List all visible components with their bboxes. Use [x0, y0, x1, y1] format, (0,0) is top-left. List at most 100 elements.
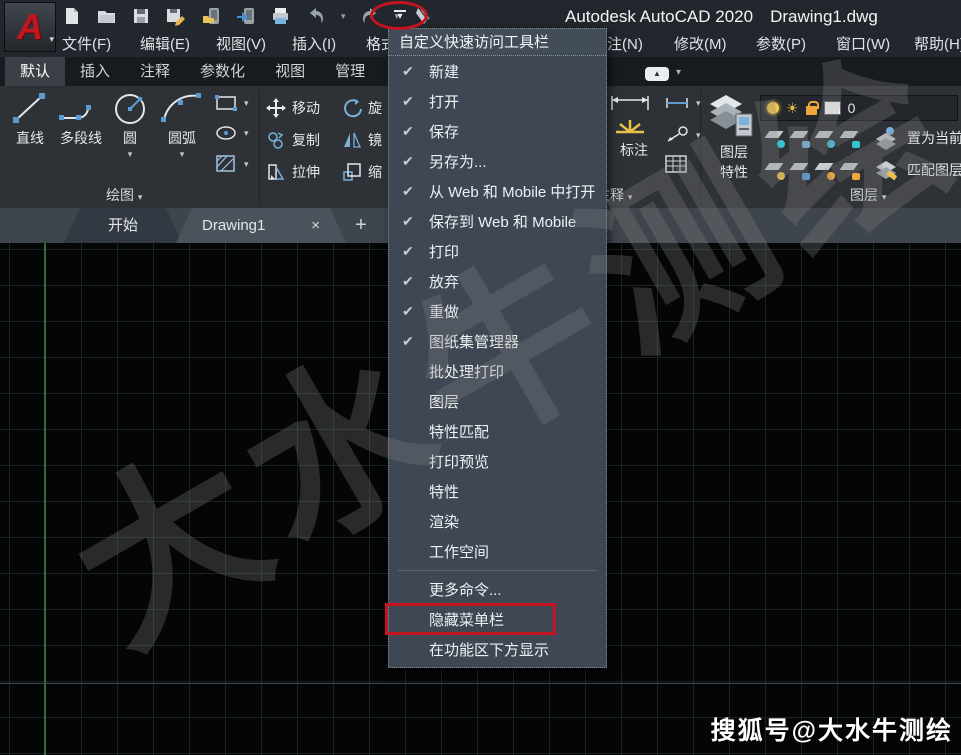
- new-drawing-tab-button[interactable]: +: [350, 212, 372, 238]
- tool-rectangle[interactable]: ▾: [214, 94, 249, 112]
- tool-dimension[interactable]: 标注: [608, 90, 660, 160]
- layer-on-bulb-icon[interactable]: [767, 102, 779, 114]
- menu-item-save-web-mobile[interactable]: ✔保存到 Web 和 Mobile: [389, 206, 606, 236]
- menu-help[interactable]: 帮助(H): [914, 33, 961, 54]
- menu-item-undo[interactable]: ✔放弃: [389, 266, 606, 296]
- ribbon-tab-insert[interactable]: 插入: [65, 57, 125, 86]
- save-to-web-mobile-icon[interactable]: [235, 5, 257, 27]
- tool-copy[interactable]: 复制: [266, 130, 320, 150]
- ribbon-tab-annotate[interactable]: 注释: [125, 57, 185, 86]
- ribbon-tab-view[interactable]: 视图: [260, 57, 320, 86]
- tool-polyline[interactable]: 多段线: [54, 90, 108, 148]
- ribbon-tab-home[interactable]: 默认: [5, 57, 65, 86]
- tool-circle[interactable]: 圆 ▾: [110, 90, 150, 160]
- undo-icon[interactable]: [305, 5, 327, 27]
- menu-parametric[interactable]: 参数(P): [756, 33, 806, 54]
- menu-item-properties[interactable]: ✔特性: [389, 476, 606, 506]
- tool-scale[interactable]: 缩: [342, 162, 382, 182]
- tab-start[interactable]: 开始: [64, 208, 182, 243]
- draw-panel-label[interactable]: 绘图 ▾: [106, 185, 142, 205]
- tool-arc[interactable]: 圆弧 ▾: [156, 90, 208, 160]
- arc-dropdown-icon[interactable]: ▾: [156, 149, 208, 160]
- layer-panel-label[interactable]: 图层 ▾: [850, 185, 886, 205]
- ribbon-minimize-button[interactable]: ▲: [645, 67, 669, 81]
- layer-tool-row-2: 匹配图层: [766, 158, 961, 182]
- tab-drawing1[interactable]: Drawing1 ×: [176, 208, 346, 243]
- tool-mirror[interactable]: 镜: [342, 130, 382, 150]
- menu-file[interactable]: 文件(F): [62, 33, 111, 54]
- layer-color-swatch[interactable]: [824, 101, 841, 115]
- layer-unlock-icon[interactable]: [806, 106, 817, 115]
- tool-leader[interactable]: ▾: [664, 126, 701, 144]
- tool-rotate[interactable]: 旋: [342, 98, 382, 118]
- menu-view[interactable]: 视图(V): [216, 33, 266, 54]
- dimension-icon: [608, 90, 652, 138]
- menu-item-plot-preview[interactable]: ✔打印预览: [389, 446, 606, 476]
- layer-walk-icon[interactable]: [791, 158, 811, 182]
- layer-thaw-sun-icon[interactable]: ☀: [786, 101, 799, 115]
- menu-item-layer[interactable]: ✔图层: [389, 386, 606, 416]
- layer-unlock-mini-icon[interactable]: [841, 158, 861, 182]
- print-icon[interactable]: [270, 5, 292, 27]
- annotation-ellipse: [370, 1, 428, 30]
- menu-insert[interactable]: 插入(I): [292, 33, 336, 54]
- tool-line[interactable]: 直线: [8, 90, 52, 148]
- ribbon-tab-manage[interactable]: 管理: [320, 57, 380, 86]
- menu-item-workspace[interactable]: ✔工作空间: [389, 536, 606, 566]
- menu-window[interactable]: 窗口(W): [836, 33, 890, 54]
- menu-item-plot[interactable]: ✔打印: [389, 236, 606, 266]
- menu-item-match-properties[interactable]: ✔特性匹配: [389, 416, 606, 446]
- menu-item-open-web-mobile[interactable]: ✔从 Web 和 Mobile 中打开: [389, 176, 606, 206]
- tool-table[interactable]: [664, 154, 688, 174]
- menu-item-render[interactable]: ✔渲染: [389, 506, 606, 536]
- open-from-web-mobile-icon[interactable]: [200, 5, 222, 27]
- layer-off-icon[interactable]: [766, 126, 786, 150]
- save-icon[interactable]: [130, 5, 152, 27]
- menu-item-redo[interactable]: ✔重做: [389, 296, 606, 326]
- open-folder-icon[interactable]: [95, 5, 117, 27]
- tool-stretch[interactable]: 拉伸: [266, 162, 320, 182]
- checkmark-icon: ✔: [402, 243, 429, 260]
- checkmark-icon: ✔: [402, 273, 429, 290]
- menu-edit[interactable]: 编辑(E): [140, 33, 190, 54]
- credit-text: 搜狐号@大水牛测绘: [711, 711, 953, 747]
- menu-item-new[interactable]: ✔新建: [389, 56, 606, 86]
- tool-hatch[interactable]: ▾: [214, 154, 249, 174]
- tool-linear-dimension[interactable]: ▾: [664, 96, 701, 110]
- menu-item-save[interactable]: ✔保存: [389, 116, 606, 146]
- checkmark-icon: ✔: [402, 93, 429, 110]
- layer-isolate-icon[interactable]: [791, 126, 811, 150]
- match-layer-label[interactable]: 匹配图层: [907, 160, 961, 180]
- tool-move[interactable]: 移动: [266, 98, 320, 118]
- rectangle-dropdown-icon[interactable]: ▾: [244, 98, 249, 109]
- save-as-icon[interactable]: [165, 5, 187, 27]
- menu-item-hide-menu-bar[interactable]: 隐藏菜单栏: [389, 604, 606, 634]
- layer-on-icon[interactable]: [766, 158, 786, 182]
- new-file-icon[interactable]: [60, 5, 82, 27]
- undo-dropdown-icon[interactable]: ▾: [341, 11, 346, 22]
- tool-layer-properties[interactable]: 图层 特性: [706, 90, 762, 182]
- dimension-dropdown-icon[interactable]: ▾: [696, 98, 701, 109]
- polyline-icon: [54, 90, 108, 126]
- menu-modify[interactable]: 修改(M): [674, 33, 727, 54]
- menu-item-save-as[interactable]: ✔另存为...: [389, 146, 606, 176]
- close-tab-icon[interactable]: ×: [311, 208, 320, 243]
- menu-item-batch-plot[interactable]: ✔批处理打印: [389, 356, 606, 386]
- layer-tool-row-1: 置为当前: [766, 126, 961, 150]
- hatch-dropdown-icon[interactable]: ▾: [244, 159, 249, 170]
- menu-item-show-below-ribbon[interactable]: 在功能区下方显示: [389, 634, 606, 664]
- layer-thaw-icon[interactable]: [816, 158, 836, 182]
- ribbon-tab-parametric[interactable]: 参数化: [185, 57, 260, 86]
- menu-item-more-commands[interactable]: 更多命令...: [389, 574, 606, 604]
- make-current-label[interactable]: 置为当前: [907, 128, 961, 148]
- menu-item-open[interactable]: ✔打开: [389, 86, 606, 116]
- layer-select-dropdown[interactable]: ☀ 0: [760, 95, 958, 121]
- circle-dropdown-icon[interactable]: ▾: [110, 149, 150, 160]
- layer-lock-icon[interactable]: [841, 126, 861, 150]
- leader-dropdown-icon[interactable]: ▾: [696, 130, 701, 141]
- tool-ellipse[interactable]: ▾: [214, 124, 249, 142]
- menu-item-sheet-set-manager[interactable]: ✔图纸集管理器: [389, 326, 606, 356]
- ribbon-minimize-caret-icon[interactable]: ▾: [676, 67, 681, 78]
- ellipse-dropdown-icon[interactable]: ▾: [244, 128, 249, 139]
- layer-freeze-icon[interactable]: [816, 126, 836, 150]
